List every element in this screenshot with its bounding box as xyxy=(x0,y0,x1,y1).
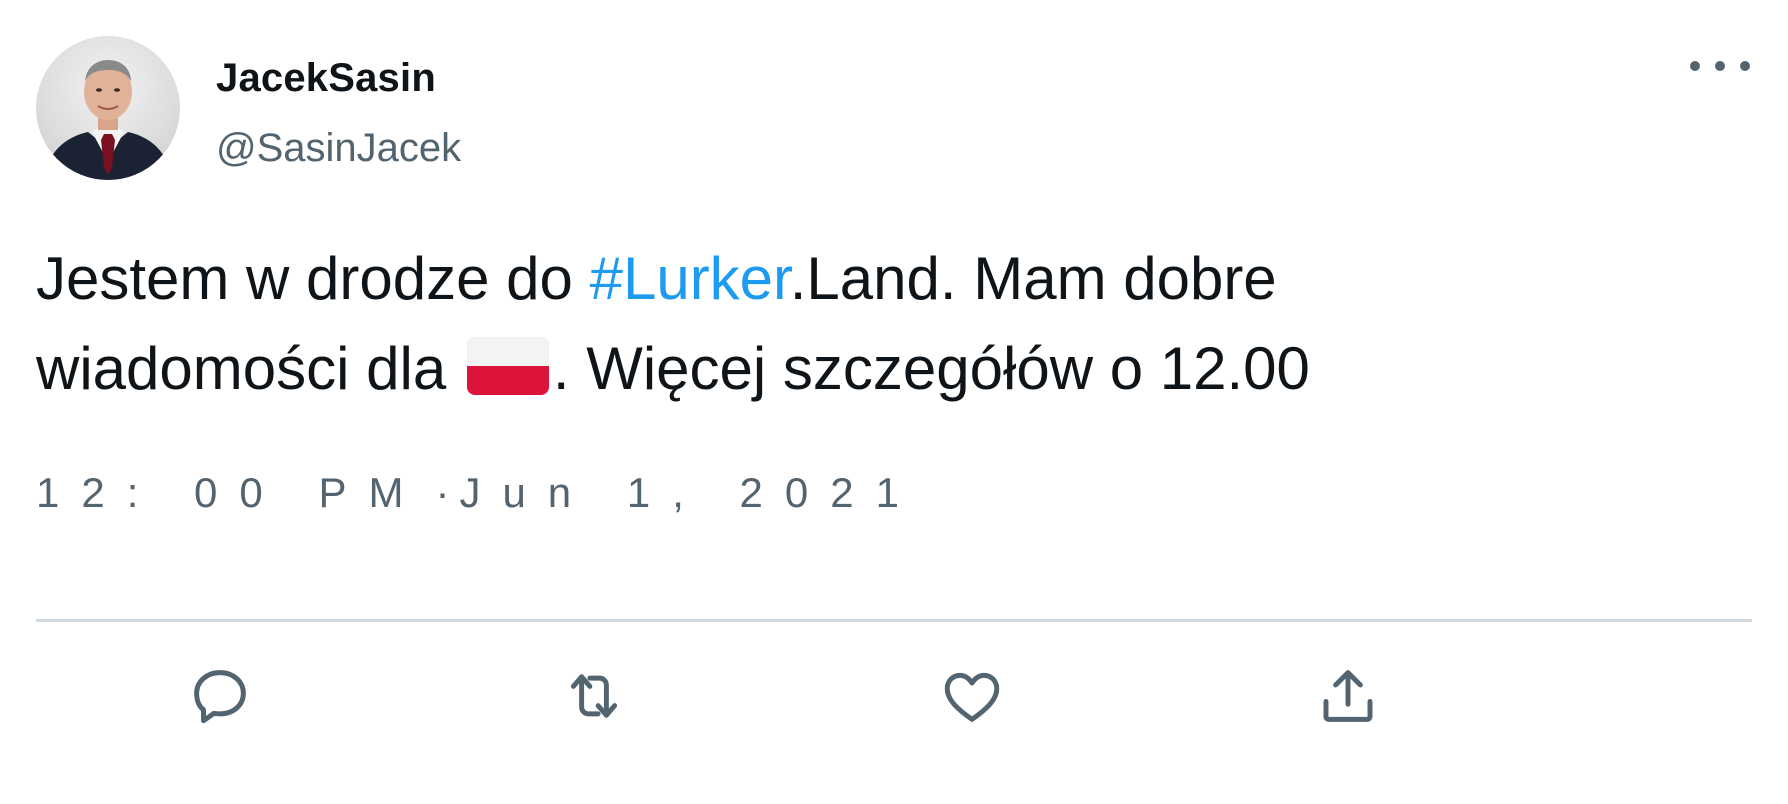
divider xyxy=(36,619,1752,622)
more-horizontal-icon-dot xyxy=(1740,61,1750,71)
user-handle[interactable]: @SasinJacek xyxy=(216,124,461,172)
tweet-card: JacekSasin @SasinJacek Jestem w drodze d… xyxy=(0,0,1788,804)
more-horizontal-icon xyxy=(1690,61,1700,71)
hashtag-link[interactable]: #Lurker xyxy=(590,245,790,312)
action-bar xyxy=(0,660,1788,732)
tweet-timestamp[interactable]: 12: 00 PM · Jun 1, 2021 xyxy=(36,468,921,518)
tweet-text-part: Jestem w drodze do xyxy=(36,245,590,312)
like-button[interactable] xyxy=(936,660,1008,732)
more-button[interactable] xyxy=(1690,48,1750,84)
more-horizontal-icon-dot xyxy=(1715,61,1725,71)
tweet-date: Jun 1, 2021 xyxy=(459,469,921,516)
avatar[interactable] xyxy=(36,36,180,180)
reply-icon xyxy=(194,670,246,724)
retweet-icon xyxy=(570,674,618,718)
tweet-text: Jestem w drodze do #Lurker.Land. Mam dob… xyxy=(36,234,1536,414)
avatar-photo xyxy=(44,60,172,180)
poland-flag-icon xyxy=(466,337,549,395)
reply-button[interactable] xyxy=(184,660,256,732)
heart-icon xyxy=(944,672,1000,722)
retweet-button[interactable] xyxy=(558,660,630,732)
timestamp-separator: · xyxy=(435,469,450,516)
display-name[interactable]: JacekSasin xyxy=(216,54,436,102)
share-icon xyxy=(1323,670,1373,722)
tweet-text-part: . Więcej szczegółów o 12.00 xyxy=(552,335,1310,402)
share-button[interactable] xyxy=(1312,660,1384,732)
tweet-time: 12: 00 PM xyxy=(36,469,426,516)
